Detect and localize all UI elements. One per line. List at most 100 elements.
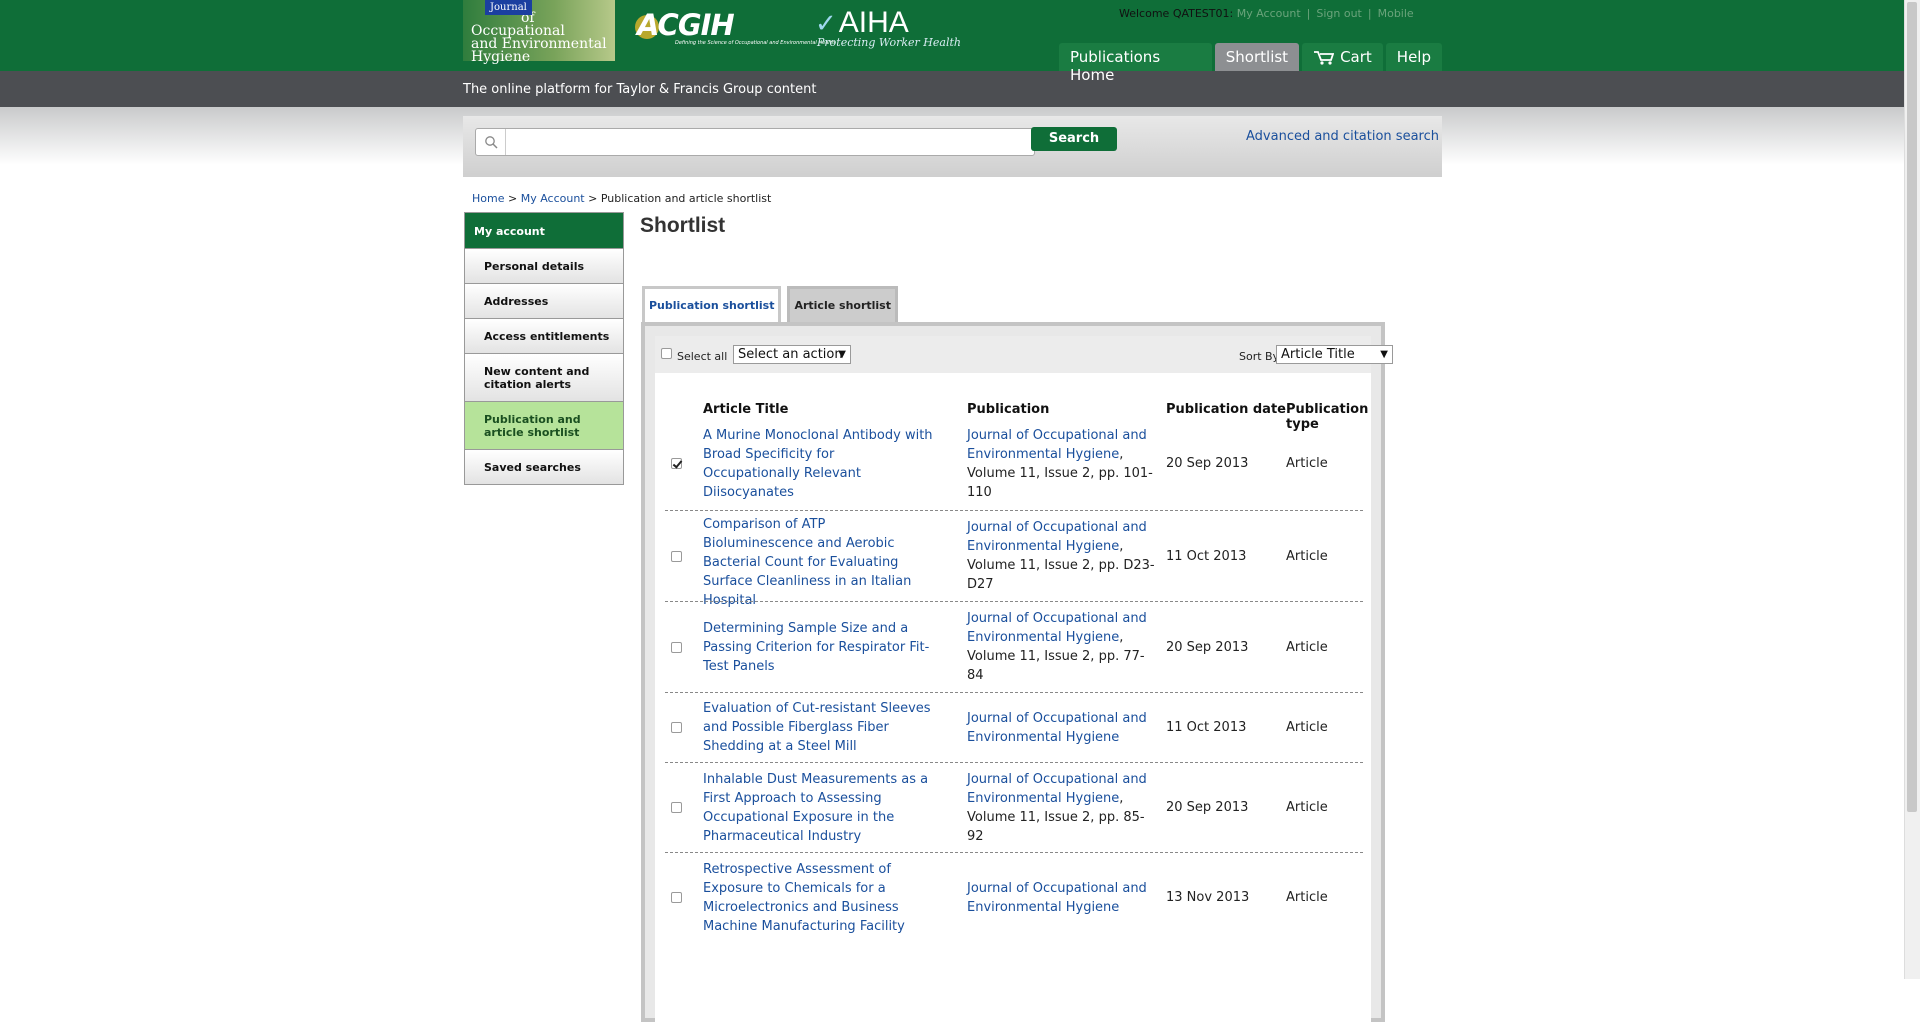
check-icon: ✓ [815,9,837,39]
aiha-logo[interactable]: ✓AIHA Protecting Worker Health [815,6,961,49]
nav-publications-home[interactable]: Publications Home [1059,43,1212,84]
publication-details: Volume 11, Issue 2, pp. 85-92 [967,810,1145,844]
publication-details: Volume 11, Issue 2, pp. 77-84 [967,649,1145,683]
row-checkbox[interactable] [671,551,682,562]
breadcrumb-separator: > [588,192,598,205]
aiha-logo-text: AIHA [838,6,909,39]
sidebar-item-alerts[interactable]: New content and citation alerts [465,353,623,401]
table-row: Evaluation of Cut-resistant Sleeves and … [665,692,1363,762]
journal-logo[interactable]: Journal of Occupational and Environmenta… [463,0,615,65]
shortlist-table: Select all Select an action ▼ Sort By Art… [655,336,1393,1036]
chevron-down-icon: ▼ [1380,349,1388,360]
sort-select-value: Article Title [1281,347,1355,362]
breadcrumb-my-account[interactable]: My Account [521,192,585,205]
publication-date: 11 Oct 2013 [1166,549,1247,564]
journal-logo-box: Journal [485,0,532,15]
publication-date: 13 Nov 2013 [1166,890,1250,905]
publication-link[interactable]: Journal of Occupational and Environmenta… [967,881,1147,915]
table-row: Comparison of ATP Bioluminescence and Ae… [665,510,1363,608]
publication-cell: Journal of Occupational and Environmenta… [967,518,1155,594]
nav-cart-label: Cart [1340,48,1372,66]
scrollbar-thumb[interactable] [1907,2,1917,812]
acgih-logo[interactable]: ACGIH Defining the Science of Occupation… [635,8,835,50]
publication-comma: , [1119,447,1124,462]
article-title-link[interactable]: Comparison of ATP Bioluminescence and Ae… [703,515,935,610]
my-account-link[interactable]: My Account [1237,7,1301,20]
row-checkbox[interactable] [671,722,682,733]
publication-type: Article [1286,456,1328,471]
publication-date: 20 Sep 2013 [1166,800,1249,815]
sidebar-item-saved-searches[interactable]: Saved searches [465,449,623,484]
publication-cell: Journal of Occupational and Environmenta… [967,879,1155,917]
publication-comma: , [1119,630,1124,645]
acgih-tagline: Defining the Science of Occupational and… [675,40,835,46]
publication-cell: Journal of Occupational and Environmenta… [967,609,1155,685]
column-header-publication[interactable]: Publication [967,402,1049,417]
action-select[interactable]: Select an action ▼ [733,345,851,364]
sidebar-item-access-entitlements[interactable]: Access entitlements [465,318,623,353]
nav-shortlist[interactable]: Shortlist [1214,43,1300,71]
column-header-date[interactable]: Publication date [1166,402,1286,417]
aiha-tagline: Protecting Worker Health [817,36,961,49]
publication-type: Article [1286,720,1328,735]
sidebar-item-addresses[interactable]: Addresses [465,283,623,318]
nav-cart[interactable]: Cart [1302,43,1383,71]
search-input[interactable] [475,128,1035,156]
account-sidebar: My account Personal details Addresses Ac… [464,212,624,485]
welcome-text: Welcome QATEST01: [1119,7,1234,20]
tab-article-shortlist[interactable]: Article shortlist [787,286,898,322]
publication-type: Article [1286,549,1328,564]
table-row: Retrospective Assessment of Exposure to … [665,852,1363,942]
article-title-link[interactable]: Inhalable Dust Measurements as a First A… [703,770,935,846]
publication-date: 11 Oct 2013 [1166,720,1247,735]
publication-cell: Journal of Occupational and Environmenta… [967,426,1155,502]
publication-date: 20 Sep 2013 [1166,456,1249,471]
table-row: Inhalable Dust Measurements as a First A… [665,762,1363,852]
platform-tagline: The online platform for Taylor & Francis… [463,82,817,97]
tab-publication-shortlist[interactable]: Publication shortlist [642,286,782,322]
chevron-down-icon: ▼ [838,349,846,360]
search-button[interactable]: Search [1031,127,1117,151]
acgih-logo-text: ACGIH [637,8,735,42]
table-row: A Murine Monoclonal Antibody with Broad … [665,418,1363,510]
article-title-link[interactable]: Evaluation of Cut-resistant Sleeves and … [703,699,935,756]
select-all-checkbox[interactable] [661,348,672,359]
publication-type: Article [1286,800,1328,815]
mobile-link[interactable]: Mobile [1378,7,1414,20]
search-panel: Search Advanced and citation search [463,116,1442,177]
publication-date: 20 Sep 2013 [1166,640,1249,655]
shortlist-panel: Select all Select an action ▼ Sort By Art… [641,322,1393,1036]
breadcrumb: Home > My Account > Publication and arti… [472,192,771,205]
sort-by-label: Sort By [1239,350,1280,363]
advanced-search-link[interactable]: Advanced and citation search [1246,129,1439,144]
publication-details: Volume 11, Issue 2, pp. 101-110 [967,466,1153,500]
sort-select[interactable]: Article Title ▼ [1276,345,1393,364]
journal-logo-line: Hygiene [471,49,531,65]
row-checkbox[interactable] [671,642,682,653]
publication-link[interactable]: Journal of Occupational and Environmenta… [967,711,1147,745]
publication-details: Volume 11, Issue 2, pp. D23-D27 [967,558,1155,592]
row-checkbox[interactable] [671,802,682,813]
row-checkbox[interactable] [671,458,682,469]
page-container: Journal of Occupational and Environmenta… [463,0,1442,1036]
table-row: Determining Sample Size and a Passing Cr… [665,601,1363,692]
publication-comma: , [1119,791,1124,806]
action-select-value: Select an action [738,347,843,362]
column-header-title[interactable]: Article Title [703,402,788,417]
breadcrumb-home[interactable]: Home [472,192,504,205]
publication-comma: , [1119,539,1124,554]
breadcrumb-separator: > [507,192,518,205]
sidebar-item-personal-details[interactable]: Personal details [465,248,623,283]
nav-help[interactable]: Help [1385,43,1442,71]
user-welcome: Welcome QATEST01: My Account | Sign out | Mo… [1119,7,1414,20]
article-title-link[interactable]: Determining Sample Size and a Passing Cr… [703,619,935,676]
sidebar-item-shortlist[interactable]: Publication and article shortlist [465,401,623,449]
cart-icon [1314,51,1335,65]
publication-cell: Journal of Occupational and Environmenta… [967,709,1155,747]
article-title-link[interactable]: Retrospective Assessment of Exposure to … [703,860,935,936]
article-title-link[interactable]: A Murine Monoclonal Antibody with Broad … [703,426,935,502]
sign-out-link[interactable]: Sign out [1316,7,1362,20]
vertical-scrollbar[interactable] [1904,0,1920,979]
row-checkbox[interactable] [671,892,682,903]
main-nav: Publications Home Shortlist Cart Help [1059,43,1442,84]
